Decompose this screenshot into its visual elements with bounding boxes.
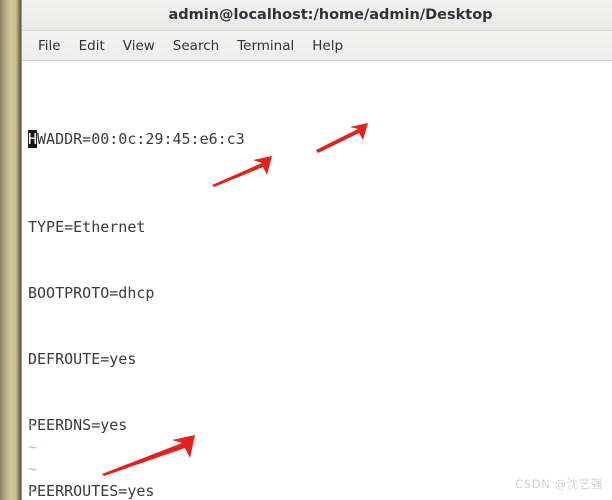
menu-item-file[interactable]: File	[29, 35, 70, 57]
block-cursor: H	[28, 130, 38, 148]
terminal-line-peerroutes: PEERROUTES=yes	[28, 482, 155, 500]
terminal-line-text: WADDR=00:0c:29:45:e6:c3	[37, 130, 245, 148]
menu-item-edit[interactable]: Edit	[70, 35, 114, 57]
menu-bar: File Edit View Search Terminal Help	[22, 31, 612, 61]
menu-item-search[interactable]: Search	[164, 35, 228, 57]
terminal-line-defroute: DEFROUTE=yes	[28, 350, 137, 368]
tilde-marker: ~	[28, 482, 38, 500]
watermark: CSDN @沈艺强	[515, 477, 603, 491]
terminal-line-hwaddr: HWADDR=00:0c:29:45:e6:c3	[28, 128, 398, 150]
desktop-background-strip	[0, 0, 21, 500]
tilde-marker: ~	[28, 438, 38, 456]
terminal-text-area[interactable]: HWADDR=00:0c:29:45:e6:c3 TYPE=Ethernet B…	[22, 61, 612, 500]
terminal-line-peerdns: PEERDNS=yes	[28, 416, 128, 434]
menu-item-help[interactable]: Help	[303, 35, 352, 57]
terminal-window: admin@localhost:/home/admin/Desktop File…	[21, 0, 612, 500]
window-title: admin@localhost:/home/admin/Desktop	[168, 7, 493, 23]
menu-item-view[interactable]: View	[114, 35, 164, 57]
terminal-line-bootproto: BOOTPROTO=dhcp	[28, 284, 155, 302]
menu-item-terminal[interactable]: Terminal	[228, 35, 303, 57]
empty-line-markers: ~ ~ ~ ~	[28, 414, 37, 500]
terminal-text-content: HWADDR=00:0c:29:45:e6:c3 TYPE=Ethernet B…	[28, 62, 398, 500]
tilde-marker: ~	[28, 460, 38, 478]
tilde-marker: ~	[28, 416, 38, 434]
terminal-line-type: TYPE=Ethernet	[28, 218, 146, 236]
title-bar[interactable]: admin@localhost:/home/admin/Desktop	[22, 0, 612, 31]
